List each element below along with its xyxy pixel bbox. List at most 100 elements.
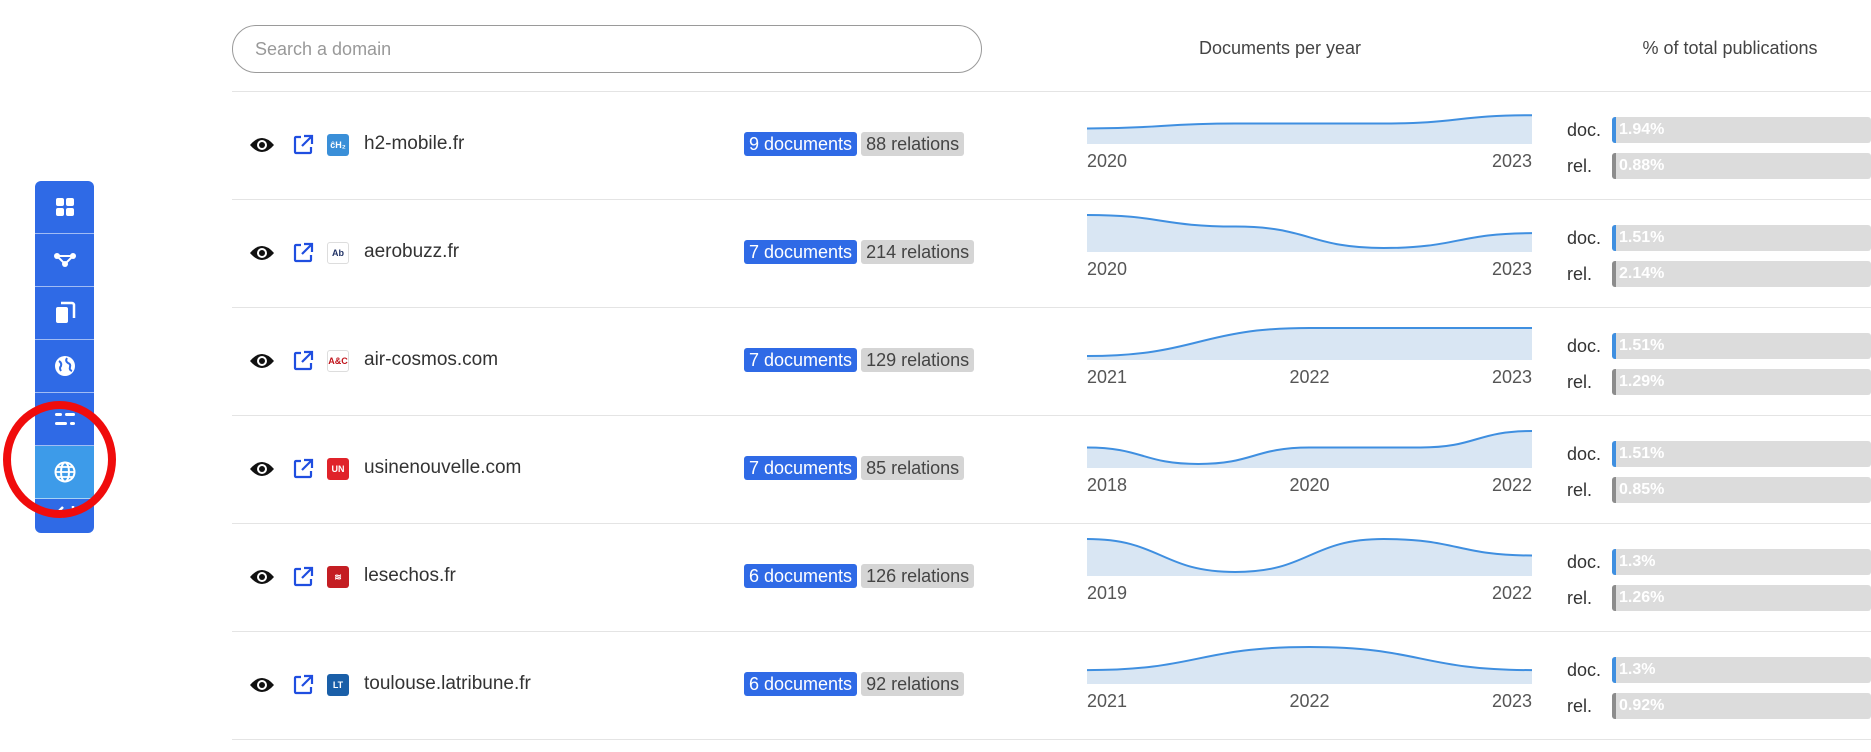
sparkline-year-label: 2022 (1492, 475, 1532, 495)
documents-badge[interactable]: 6 documents (744, 564, 858, 588)
sidebar (35, 181, 94, 533)
sidebar-item-filters[interactable] (35, 393, 94, 446)
external-link-icon[interactable] (292, 134, 314, 156)
pct-block: doc. 1.51% rel. 2.14% (1567, 225, 1871, 297)
eye-icon[interactable] (249, 566, 275, 588)
rel-pct-value: 0.88% (1619, 157, 1665, 174)
rel-pct-line: rel. 0.88% (1567, 153, 1871, 179)
back-arrow-icon (55, 506, 74, 518)
eye-icon[interactable] (249, 674, 275, 696)
external-link-icon[interactable] (292, 458, 314, 480)
sparkline-year-label: 2021 (1087, 691, 1127, 711)
pct-block: doc. 1.51% rel. 0.85% (1567, 441, 1871, 513)
external-link-icon[interactable] (292, 674, 314, 696)
doc-pct-fill (1612, 117, 1616, 143)
pct-block: doc. 1.51% rel. 1.29% (1567, 333, 1871, 405)
documents-badge[interactable]: 7 documents (744, 240, 858, 264)
doc-label: doc. (1567, 120, 1602, 140)
count-badges: 6 documents 126 relations (744, 564, 975, 588)
domain-name[interactable]: aerobuzz.fr (364, 241, 459, 263)
rel-pct-value: 0.92% (1619, 697, 1665, 714)
site-favicon-icon: ≋ (327, 566, 349, 588)
external-link-icon[interactable] (292, 242, 314, 264)
documents-per-year-sparkline: 2020 2023 (1086, 214, 1533, 279)
external-link-icon[interactable] (292, 566, 314, 588)
doc-pct-bar: 1.51% (1612, 333, 1871, 359)
sidebar-item-graph[interactable] (35, 234, 94, 287)
sparkline-area (1087, 431, 1532, 468)
rel-pct-line: rel. 0.85% (1567, 477, 1871, 503)
count-badges: 7 documents 129 relations (744, 348, 975, 372)
doc-pct-line: doc. 1.3% (1567, 657, 1871, 683)
doc-pct-fill (1612, 225, 1616, 251)
domain-name[interactable]: air-cosmos.com (364, 349, 498, 371)
sparkline-year-label: 2022 (1492, 583, 1532, 603)
rel-pct-value: 1.29% (1619, 373, 1665, 390)
documents-badge[interactable]: 6 documents (744, 672, 858, 696)
rel-pct-bar: 0.92% (1612, 693, 1871, 719)
relations-badge[interactable]: 88 relations (861, 132, 965, 156)
sparkline-year-label: 2023 (1492, 151, 1532, 171)
documents-badge[interactable]: 7 documents (744, 456, 858, 480)
doc-pct-line: doc. 1.51% (1567, 441, 1871, 467)
count-badges: 7 documents 85 relations (744, 456, 965, 480)
site-favicon-icon: ĉH₂ (327, 134, 349, 156)
documents-badge[interactable]: 7 documents (744, 348, 858, 372)
doc-pct-bar: 1.94% (1612, 117, 1871, 143)
rel-pct-line: rel. 0.92% (1567, 693, 1871, 719)
relations-badge[interactable]: 214 relations (861, 240, 975, 264)
relations-badge[interactable]: 85 relations (861, 456, 965, 480)
sidebar-item-domains[interactable] (35, 446, 94, 499)
sidebar-item-globe[interactable] (35, 340, 94, 393)
table-row: LT toulouse.latribune.fr 6 documents 92 … (232, 632, 1871, 740)
doc-pct-value: 1.51% (1619, 229, 1665, 246)
sidebar-item-dashboard[interactable] (35, 181, 94, 234)
relations-badge[interactable]: 92 relations (861, 672, 965, 696)
eye-icon[interactable] (249, 242, 275, 264)
domain-name[interactable]: toulouse.latribune.fr (364, 673, 531, 695)
doc-pct-value: 1.51% (1619, 445, 1665, 462)
eye-icon[interactable] (249, 458, 275, 480)
rel-pct-fill (1612, 153, 1616, 179)
sparkline-year-label: 2020 (1087, 151, 1127, 171)
search-input[interactable] (232, 25, 982, 73)
domain-name[interactable]: h2-mobile.fr (364, 133, 464, 155)
rel-pct-bar: 0.85% (1612, 477, 1871, 503)
filters-icon (54, 413, 75, 425)
domain-name[interactable]: lesechos.fr (364, 565, 456, 587)
doc-pct-value: 1.3% (1619, 661, 1656, 678)
doc-pct-line: doc. 1.51% (1567, 225, 1871, 251)
relations-badge[interactable]: 126 relations (861, 564, 975, 588)
site-favicon-icon: LT (327, 674, 349, 696)
rel-label: rel. (1567, 480, 1593, 500)
pct-block: doc. 1.3% rel. 0.92% (1567, 657, 1871, 729)
doc-pct-fill (1612, 333, 1616, 359)
doc-pct-fill (1612, 441, 1616, 467)
sparkline-year-label: 2020 (1289, 475, 1329, 495)
domain-name[interactable]: usinenouvelle.com (364, 457, 521, 479)
rel-pct-fill (1612, 261, 1616, 287)
rel-label: rel. (1567, 588, 1593, 608)
graph-icon (53, 253, 76, 267)
doc-pct-line: doc. 1.3% (1567, 549, 1871, 575)
doc-pct-bar: 1.3% (1612, 549, 1871, 575)
eye-icon[interactable] (249, 134, 275, 156)
dashboard-icon (55, 198, 74, 216)
site-favicon-icon: UN (327, 458, 349, 480)
documents-icon (55, 301, 75, 323)
sparkline-year-label: 2021 (1087, 367, 1127, 387)
doc-pct-value: 1.51% (1619, 337, 1665, 354)
eye-icon[interactable] (249, 350, 275, 372)
doc-pct-bar: 1.3% (1612, 657, 1871, 683)
sidebar-item-documents[interactable] (35, 287, 94, 340)
documents-badge[interactable]: 9 documents (744, 132, 858, 156)
relations-badge[interactable]: 129 relations (861, 348, 975, 372)
doc-label: doc. (1567, 660, 1602, 680)
sparkline-year-label: 2023 (1492, 367, 1532, 387)
external-link-icon[interactable] (292, 350, 314, 372)
rel-pct-fill (1612, 693, 1616, 719)
doc-pct-value: 1.94% (1619, 121, 1665, 138)
site-favicon-icon: Ab (327, 242, 349, 264)
sidebar-item-back[interactable] (35, 499, 94, 533)
rel-pct-line: rel. 2.14% (1567, 261, 1871, 287)
